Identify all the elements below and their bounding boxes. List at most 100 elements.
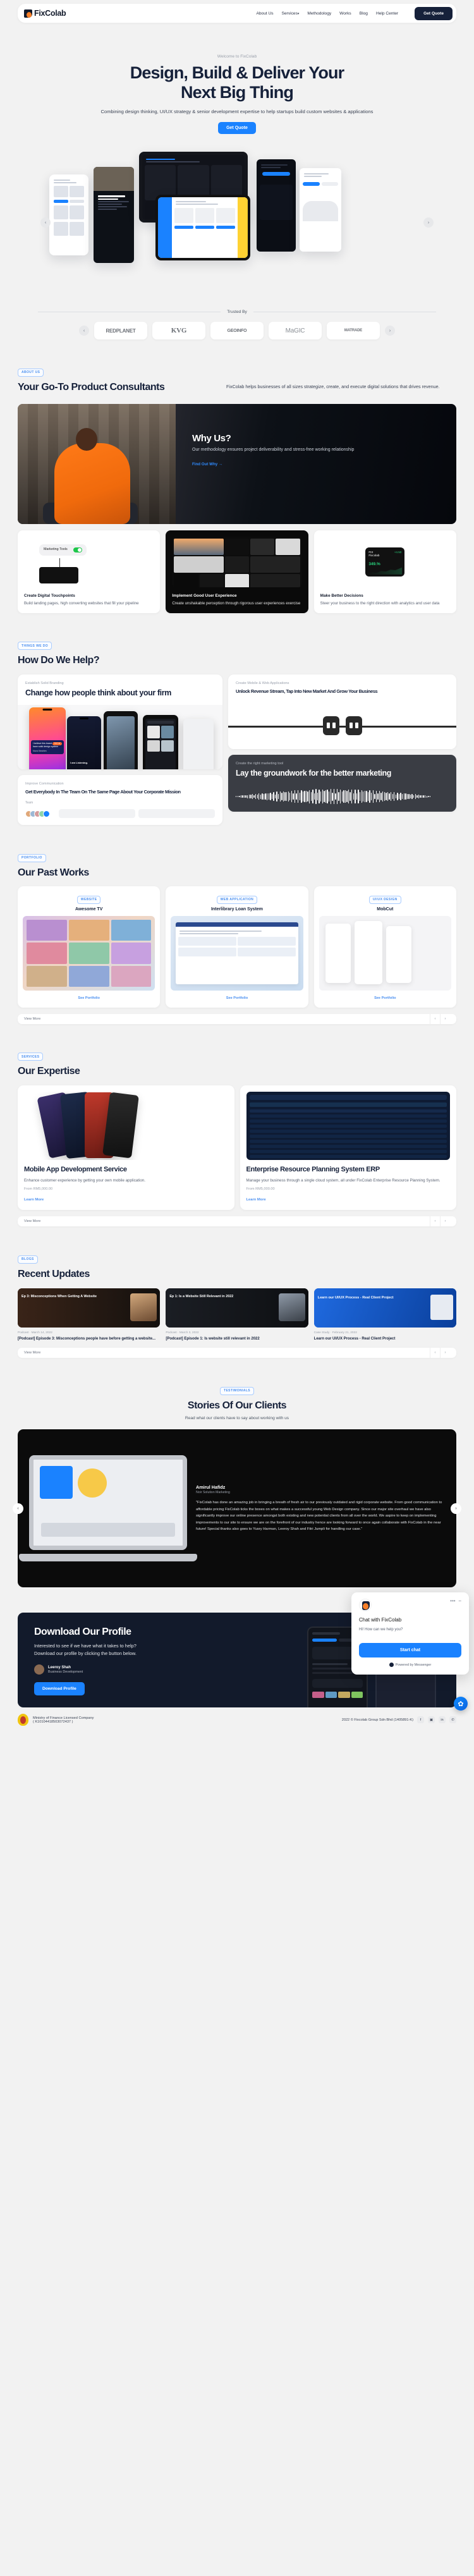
update-card-1[interactable]: Ep 3: Misconceptions When Getting A Webs… [18, 1288, 161, 1342]
brand-name: FixColab [34, 9, 66, 18]
testimonials-carousel: Amirul Hafidz Noir Solution Marketing "F… [13, 1429, 461, 1588]
update-card-2[interactable]: Ep 1: Is a Website Still Relevant in 202… [166, 1288, 308, 1342]
nav-item-help-center[interactable]: Help Center [376, 11, 398, 16]
marketing-tools-toggle[interactable]: Marketing Tools [39, 544, 87, 556]
portfolio-view-more-link[interactable]: View More [24, 1017, 40, 1021]
footer-right: 2022 © Fixcolab Group Sdn Bhd (1405891-K… [341, 1716, 456, 1724]
nav-item-works[interactable]: Works [339, 11, 351, 16]
logos-next-button[interactable]: › [385, 326, 395, 336]
why-us-copy: Why Us? Our methodology ensures project … [176, 404, 354, 524]
plug-wire [228, 726, 456, 728]
stock-name: Fixcolab [368, 553, 380, 557]
hero-carousel-next[interactable]: › [423, 217, 434, 228]
start-chat-button[interactable]: Start chat [359, 1643, 461, 1658]
chat-powered-by-label: Powered by Messenger [395, 1663, 432, 1667]
portfolio-item-tag: WEBSITE [76, 895, 101, 904]
footer-copyright: 2022 © Fixcolab Group Sdn Bhd (1405891-K… [341, 1718, 413, 1722]
why-us-banner: Why Us? Our methodology ensures project … [18, 403, 456, 524]
phone-4 [143, 715, 178, 770]
expertise-view-more-link[interactable]: View More [24, 1219, 40, 1223]
trusted-by-label: Trusted By [227, 310, 247, 315]
update-meta: Podcast · March 3, 2022 [166, 1331, 199, 1334]
ministry-crest-icon [18, 1714, 28, 1726]
expertise-next-button[interactable]: › [440, 1216, 450, 1227]
testimonials-section: TESTIMONIALS Stories Of Our Clients Read… [0, 1383, 474, 1588]
help-card-communication-text: Improve Communication Get Everybody In T… [18, 775, 222, 825]
updates-next-button[interactable]: › [440, 1348, 450, 1358]
expertise-text: Manage your business through a single cl… [246, 1178, 441, 1183]
plug-illustration [228, 702, 456, 750]
whatsapp-icon[interactable]: ✆ [449, 1716, 456, 1724]
expertise-prev-button[interactable]: ‹ [430, 1216, 440, 1227]
chat-actions: ••• – [450, 1599, 461, 1604]
about-tag: ABOUT US [18, 368, 44, 377]
chat-menu-icon[interactable]: ••• [450, 1599, 455, 1604]
review-author: Nurul Ibrahim [33, 749, 47, 752]
help-title: Lay the groundwork for the better market… [236, 769, 392, 778]
testimonial-next-button[interactable]: › [451, 1503, 461, 1515]
get-quote-nav-button[interactable]: Get Quote [415, 6, 453, 20]
dark-block [39, 566, 78, 583]
nav-links: About Us Services▾ Methodology Works Blo… [256, 6, 453, 20]
listening-text: I am Listening. [70, 761, 88, 765]
logo-kvg: KVG [152, 322, 205, 340]
review-toast: 5.0 ★ I believe this brand have solid de… [31, 740, 64, 755]
testimonial-slide: Amirul Hafidz Noir Solution Marketing "F… [18, 1429, 456, 1588]
portfolio-item-link[interactable]: See Portfolio [23, 996, 155, 1000]
nav-item-blog[interactable]: Blog [360, 11, 368, 16]
portfolio-item-link[interactable]: See Portfolio [171, 996, 303, 1000]
expertise-link[interactable]: Learn More [24, 1198, 44, 1202]
why-us-link[interactable]: Find Out Why → [192, 462, 222, 467]
nav-item-methodology[interactable]: Methodology [307, 11, 331, 16]
download-profile-button[interactable]: Download Profile [34, 1682, 85, 1696]
expertise-link[interactable]: Learn More [246, 1198, 266, 1202]
sparkline-chart [368, 567, 403, 575]
chat-powered-by: Powered by Messenger [359, 1663, 461, 1668]
portfolio-card-mobcut[interactable]: UI/UX DESIGN MobCut See Portfolio [313, 886, 456, 1008]
hero-device-collage: ‹ › [40, 145, 434, 303]
logos-prev-button[interactable]: ‹ [79, 326, 89, 336]
updates-heading: Recent Updates [18, 1268, 90, 1279]
phone-notch-icon [42, 709, 52, 711]
updates-prev-button[interactable]: ‹ [430, 1348, 440, 1358]
chat-minimize-icon[interactable]: – [459, 1599, 461, 1604]
nav-item-about-us[interactable]: About Us [256, 11, 273, 16]
help-tag: THINGS WE DO [18, 642, 52, 650]
linkedin-icon[interactable]: in [439, 1716, 446, 1724]
expertise-text: Enhance customer experience by getting y… [24, 1178, 145, 1183]
portfolio-item-screenshot [23, 915, 155, 991]
portfolio-prev-button[interactable]: ‹ [430, 1013, 440, 1024]
hero-subtitle: Combining design thinking, UI/UX strateg… [100, 108, 374, 114]
update-thumb-title: Ep 3: Misconceptions When Getting A Webs… [21, 1294, 97, 1298]
updates-view-more-link[interactable]: View More [24, 1351, 40, 1355]
card-title: Create Digital Touchpoints [24, 593, 75, 598]
hero-get-quote-button[interactable]: Get Quote [218, 122, 256, 135]
help-title: Change how people think about your firm [25, 688, 171, 698]
why-us-photo-head [76, 427, 97, 451]
updates-view-more-bar: View More ‹ › [18, 1348, 456, 1358]
marketing-tools-label: Marketing Tools [44, 547, 68, 552]
portfolio-card-interlibrary[interactable]: WEB APPLICATION Interlibrary Loan System… [166, 886, 308, 1008]
update-card-3[interactable]: Learn our UI/UX Process - Real Client Pr… [313, 1288, 456, 1342]
update-title: [Podcast] Episode 3: Misconceptions peop… [18, 1336, 156, 1341]
expertise-card-erp: Enterprise Resource Planning System ERP … [240, 1085, 456, 1211]
facebook-icon[interactable]: f [417, 1716, 424, 1724]
brand-logo[interactable]: FixColab [24, 9, 66, 18]
portfolio-next-button[interactable]: › [440, 1013, 450, 1024]
logo-matrade: MATRADE [327, 322, 380, 340]
laptop-screen [29, 1455, 187, 1551]
stock-widget-art: FIX Fixcolab +4.50 349.% [320, 536, 450, 587]
instagram-icon[interactable]: ▣ [428, 1716, 435, 1724]
messenger-chat-widget: ••• – Chat with FixColab Hi! How can we … [351, 1592, 469, 1675]
about-section: ABOUT US Your Go-To Product Consultants … [0, 365, 474, 613]
portfolio-item-link[interactable]: See Portfolio [319, 996, 451, 1000]
expertise-title: Mobile App Development Service [24, 1166, 127, 1174]
portfolio-view-more-bar: View More ‹ › [18, 1013, 456, 1024]
about-heading: Your Go-To Product Consultants [18, 381, 165, 393]
help-cards-grid: Establish Solid Branding Change how peop… [18, 675, 456, 826]
portfolio-card-awesome-tv[interactable]: WEBSITE Awesome TV See Portfolio [18, 886, 161, 1008]
nav-item-services[interactable]: Services▾ [282, 11, 300, 16]
hero-eyebrow: Welcome to FixColab [217, 54, 257, 59]
expertise-cards: Mobile App Development Service Enhance c… [18, 1085, 456, 1211]
footer-license: Ministry of Finance Licensed Company ( K… [33, 1716, 94, 1724]
